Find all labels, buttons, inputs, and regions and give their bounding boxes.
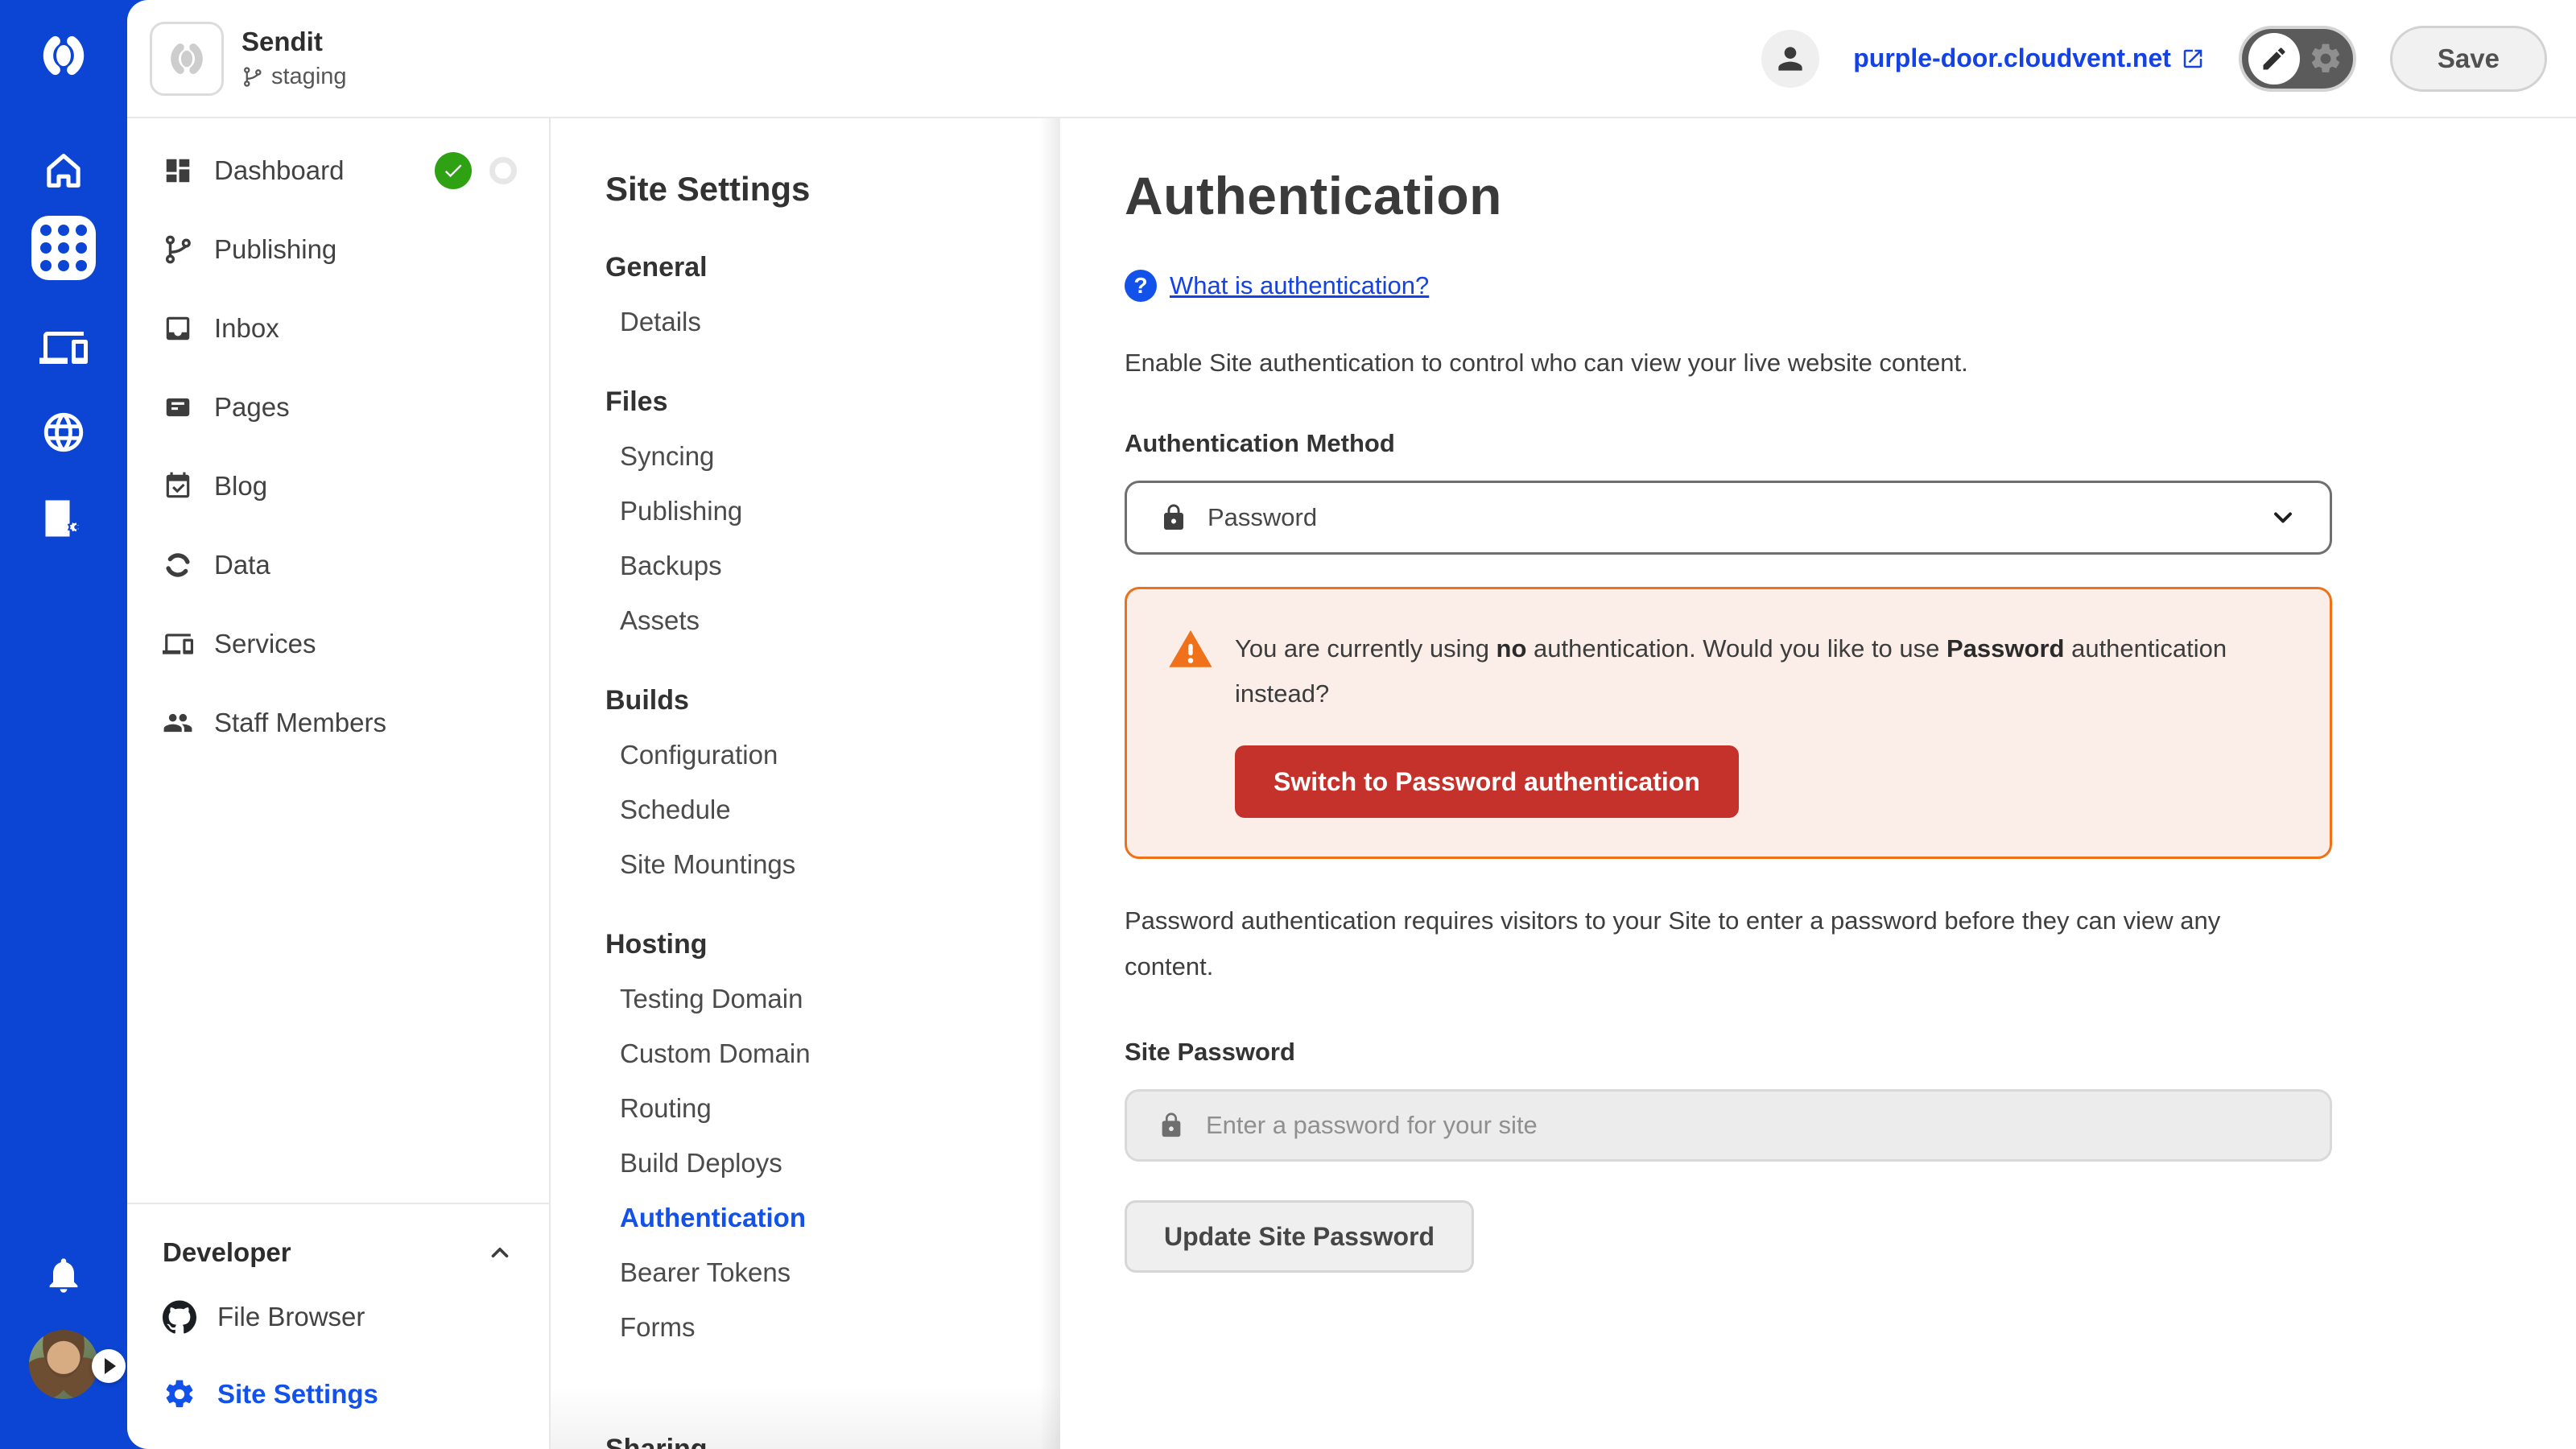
settings-item-details[interactable]: Details <box>551 295 1060 349</box>
settings-item-syncing[interactable]: Syncing <box>551 429 1060 484</box>
inbox-icon <box>166 316 190 341</box>
settings-item-authentication[interactable]: Authentication <box>551 1191 1060 1245</box>
devices-icon[interactable] <box>0 324 127 372</box>
authentication-method-value: Password <box>1208 503 1318 531</box>
site-password-label: Site Password <box>1125 1038 1295 1066</box>
sidebar-item-dashboard[interactable]: Dashboard <box>127 131 549 210</box>
password-note: Password authentication requires visitor… <box>1125 906 2221 980</box>
sidebar-item-file-browser[interactable]: File Browser <box>127 1278 549 1356</box>
settings-item-configuration[interactable]: Configuration <box>551 728 1060 782</box>
gear-icon <box>2311 43 2340 72</box>
settings-section-general: General <box>605 252 708 283</box>
settings-section-files: Files <box>605 386 668 417</box>
site-name: Sendit <box>242 27 323 57</box>
warning-triangle-icon <box>1169 630 1212 667</box>
status-success-icon <box>435 152 472 189</box>
people-icon <box>163 713 192 733</box>
sidebar-item-publishing[interactable]: Publishing <box>127 210 549 289</box>
app-rail <box>0 0 127 1449</box>
settings-section-sharing-clipped: Sharing <box>605 1434 708 1449</box>
branch-icon <box>165 235 191 264</box>
update-site-password-button[interactable]: Update Site Password <box>1125 1200 1475 1273</box>
switch-to-password-button[interactable]: Switch to Password authentication <box>1235 745 1739 818</box>
settings-nav-title: Site Settings <box>605 170 811 208</box>
devices-icon <box>163 634 193 654</box>
settings-item-testing-domain[interactable]: Testing Domain <box>551 972 1060 1026</box>
settings-item-routing[interactable]: Routing <box>551 1081 1060 1136</box>
sidebar-item-pages[interactable]: Pages <box>127 368 549 447</box>
site-password-input[interactable] <box>1204 1110 2299 1141</box>
sidebar-item-inbox[interactable]: Inbox <box>127 289 549 368</box>
settings-item-forms[interactable]: Forms <box>551 1300 1060 1355</box>
site-sidebar: Dashboard Publishing Inbox Pages Blog Da… <box>127 118 551 1449</box>
settings-item-publishing[interactable]: Publishing <box>551 484 1060 539</box>
right-arrow-icon <box>105 1358 116 1374</box>
topbar: Sendit staging purple-door.cloudvent.net <box>127 0 2576 118</box>
settings-section-builds: Builds <box>605 685 689 716</box>
settings-item-bearer-tokens[interactable]: Bearer Tokens <box>551 1245 1060 1300</box>
settings-item-custom-domain[interactable]: Custom Domain <box>551 1026 1060 1081</box>
settings-item-site-mountings[interactable]: Site Mountings <box>551 837 1060 892</box>
person-icon <box>1778 46 1802 71</box>
topbar-actions: purple-door.cloudvent.net Save <box>1761 25 2547 92</box>
authentication-method-label: Authentication Method <box>1125 429 1395 457</box>
account-menu-button[interactable] <box>1761 29 1820 88</box>
question-icon: ? <box>1125 270 1157 302</box>
bell-icon[interactable] <box>0 1254 127 1296</box>
help-link-row: ? What is authentication? <box>1125 270 2576 302</box>
settings-item-schedule[interactable]: Schedule <box>551 782 1060 837</box>
settings-item-backups[interactable]: Backups <box>551 539 1060 593</box>
pages-icon <box>166 398 190 417</box>
calendar-check-icon <box>166 472 190 498</box>
globe-icon[interactable] <box>0 409 127 456</box>
save-button[interactable]: Save <box>2389 25 2547 92</box>
expand-sidebar-button[interactable] <box>92 1349 126 1383</box>
site-identity: Sendit staging <box>150 21 347 96</box>
dashboard-icon <box>166 159 190 183</box>
warning-text: You are currently using no authenticatio… <box>1235 634 2227 708</box>
settings-item-build-deploys[interactable]: Build Deploys <box>551 1136 1060 1191</box>
app-shell: Sendit staging purple-door.cloudvent.net <box>127 0 2576 1449</box>
settings-section-hosting: Hosting <box>605 929 708 960</box>
sidebar-item-staff-members[interactable]: Staff Members <box>127 683 549 762</box>
sidebar-item-services[interactable]: Services <box>127 605 549 683</box>
site-password-field[interactable] <box>1125 1089 2332 1162</box>
external-link-icon <box>2183 49 2202 68</box>
settings-nav: Site Settings General Details Files Sync… <box>551 118 1060 1449</box>
pencil-icon <box>2248 32 2300 85</box>
site-environment: staging <box>242 64 347 90</box>
page-title: Authentication <box>1125 166 1502 225</box>
what-is-authentication-link[interactable]: What is authentication? <box>1170 271 1429 300</box>
sidebar-item-blog[interactable]: Blog <box>127 447 549 526</box>
chevron-down-icon <box>2274 512 2292 523</box>
home-icon[interactable] <box>0 147 127 193</box>
github-icon <box>163 1300 196 1334</box>
status-idle-icon <box>489 157 517 184</box>
warning-banner: You are currently using no authenticatio… <box>1125 587 2332 859</box>
developer-section: Developer File Browser Site Settings <box>127 1203 549 1449</box>
lock-icon <box>1162 1113 1181 1137</box>
cloudcannon-logo-icon[interactable] <box>0 29 127 82</box>
main-content: Authentication ? What is authentication?… <box>1060 118 2576 1449</box>
data-loop-icon <box>166 553 190 577</box>
intro-text: Enable Site authentication to control wh… <box>1125 349 1968 377</box>
preview-url-link[interactable]: purple-door.cloudvent.net <box>1853 43 2205 73</box>
gear-icon <box>166 1380 193 1408</box>
settings-item-assets[interactable]: Assets <box>551 593 1060 648</box>
lock-icon <box>1164 504 1183 530</box>
organization-icon[interactable] <box>0 494 127 543</box>
apps-grid-icon[interactable] <box>0 216 127 280</box>
edit-mode-toggle[interactable] <box>2238 25 2356 92</box>
developer-section-toggle[interactable]: Developer <box>127 1227 549 1278</box>
sidebar-item-data[interactable]: Data <box>127 526 549 605</box>
authentication-method-select[interactable]: Password <box>1125 481 2332 555</box>
branch-icon <box>244 67 262 87</box>
site-logo-thumbnail <box>150 21 224 96</box>
chevron-up-icon <box>491 1247 509 1258</box>
sidebar-item-site-settings[interactable]: Site Settings <box>127 1356 549 1433</box>
